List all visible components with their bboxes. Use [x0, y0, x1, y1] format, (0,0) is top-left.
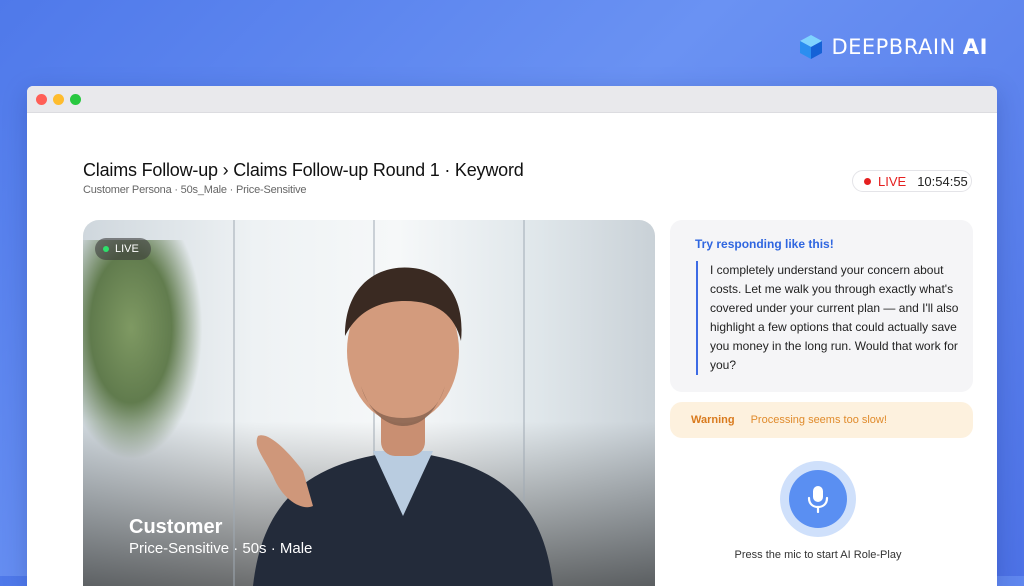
- live-indicator-icon: [864, 177, 871, 185]
- page-subtitle: Customer Persona · 50s_Male · Price-Sens…: [83, 184, 307, 196]
- brand-name: DEEPBRAIN AI: [831, 35, 988, 59]
- microphone-icon: [807, 486, 829, 513]
- session-clock: 10:54:55: [917, 173, 968, 189]
- maximize-window-button[interactable]: [70, 93, 81, 105]
- window-titlebar: [27, 86, 997, 113]
- app-window: Claims Follow-up › Claims Follow-up Roun…: [27, 86, 997, 586]
- video-live-label: LIVE: [115, 243, 139, 255]
- warning-label: Warning: [691, 414, 735, 426]
- page-title: Claims Follow-up › Claims Follow-up Roun…: [83, 160, 524, 180]
- mic-button-ring: [780, 461, 856, 537]
- close-window-button[interactable]: [36, 93, 47, 105]
- warning-message: Processing seems too slow!: [750, 414, 887, 426]
- persona-details: Price-Sensitive · 50s · Male: [129, 540, 313, 557]
- video-live-badge: LIVE: [95, 238, 151, 260]
- suggestion-title: Try responding like this!: [695, 237, 834, 251]
- suggestion-text: I completely understand your concern abo…: [696, 261, 965, 375]
- cube-logo-icon: [800, 35, 823, 59]
- live-label: LIVE: [878, 173, 907, 189]
- suggestion-card: Try responding like this! I completely u…: [670, 220, 973, 392]
- mic-button[interactable]: [789, 470, 847, 528]
- live-status-badge: LIVE 10:54:55: [852, 170, 972, 192]
- brand-name-suffix: AI: [962, 35, 988, 59]
- minimize-window-button[interactable]: [53, 93, 64, 105]
- brand-name-main: DEEPBRAIN: [831, 35, 956, 59]
- persona-name: Customer: [129, 516, 223, 538]
- brand-logo: DEEPBRAIN AI: [799, 34, 988, 60]
- customer-video: LIVE Customer Price-Sensitive · 50s · Ma…: [83, 220, 655, 586]
- warning-banner: Warning Processing seems too slow!: [670, 402, 973, 438]
- live-indicator-icon: [103, 246, 109, 252]
- mic-hint: Press the mic to start AI Role-Play: [734, 549, 902, 561]
- customer-avatar: [253, 267, 553, 586]
- background-plant: [83, 240, 203, 460]
